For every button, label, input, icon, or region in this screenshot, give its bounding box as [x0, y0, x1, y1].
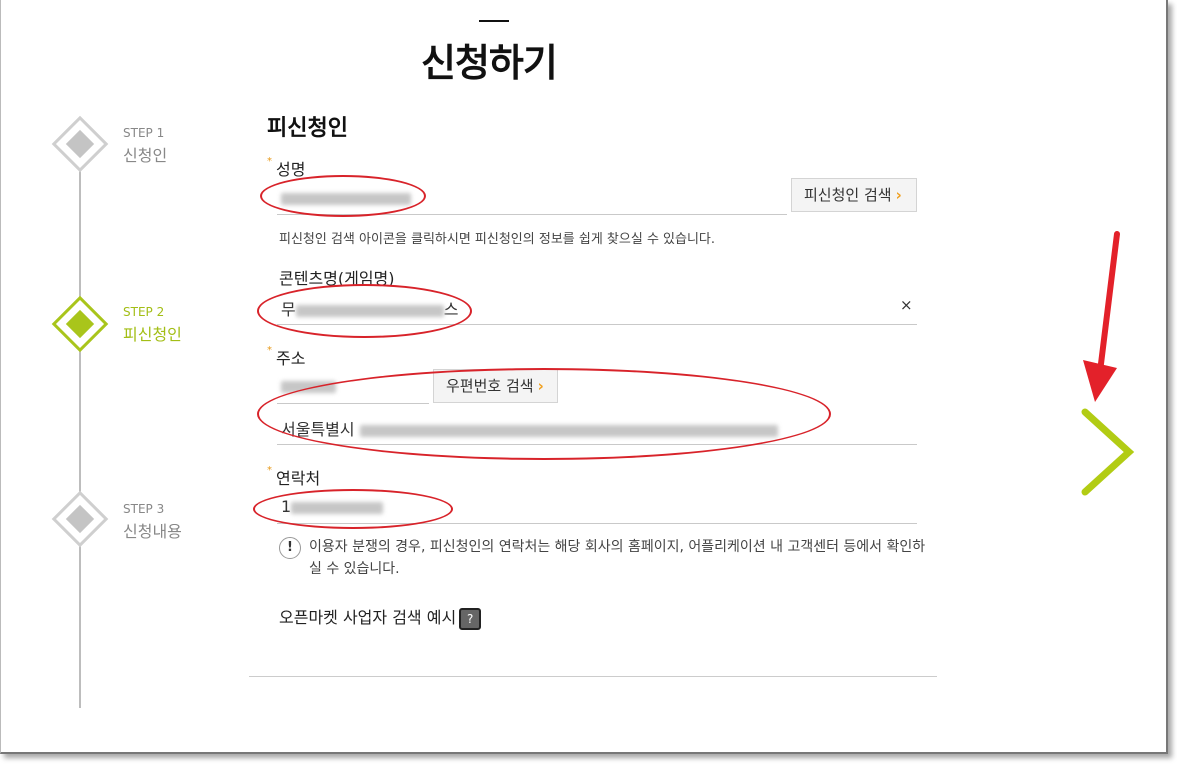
step-1-label: 신청인: [123, 146, 168, 165]
step-3-label: 신청내용: [123, 522, 182, 541]
step-2-number: STEP 2: [123, 305, 165, 319]
help-icon[interactable]: ?: [459, 607, 482, 630]
name-field[interactable]: [281, 188, 411, 207]
contact-label: * 연락처: [267, 465, 321, 488]
contact-field-underline: [277, 523, 917, 524]
postcode-field[interactable]: [281, 376, 336, 395]
content-label: 콘텐츠명(게임명): [279, 269, 395, 288]
step-2-icon: [51, 295, 109, 353]
example-label: 오픈마켓 사업자 검색 예시?: [279, 604, 482, 630]
required-mark: *: [267, 465, 272, 476]
step-2[interactable]: STEP 2 피신청인: [123, 305, 182, 345]
step-2-label: 피신청인: [123, 325, 182, 344]
section-divider: [249, 676, 937, 677]
address-field[interactable]: 서울특별시: [281, 416, 778, 440]
step-1-number: STEP 1: [123, 126, 165, 140]
step-3[interactable]: STEP 3 신청내용: [123, 502, 182, 542]
step-3-number: STEP 3: [123, 502, 165, 516]
chevron-right-icon: ›: [895, 186, 902, 204]
contact-field[interactable]: 1: [281, 497, 384, 516]
redacted-value: [295, 304, 444, 317]
exclamation-icon: !: [279, 537, 301, 559]
redacted-value: [359, 424, 778, 437]
name-hint: 피신청인 검색 아이콘을 클릭하시면 피신청인의 정보를 쉽게 찾으실 수 있습…: [279, 232, 716, 247]
name-field-underline: [277, 214, 787, 215]
redacted-value: [281, 380, 336, 393]
respondent-search-button[interactable]: 피신청인 검색 ›: [791, 178, 917, 212]
step-1[interactable]: STEP 1 신청인: [123, 126, 167, 166]
name-label: * 성명: [267, 156, 306, 179]
window-frame: 신청하기 STEP 1 신청인 STEP 2 피신청인 STEP 3 신청내용 …: [0, 0, 1168, 754]
postcode-search-button[interactable]: 우편번호 검색 ›: [433, 369, 558, 403]
clear-icon[interactable]: ×: [900, 296, 913, 314]
title-decoration: [479, 20, 509, 22]
content-field-underline: [277, 324, 917, 325]
address-label: * 주소: [267, 345, 306, 368]
page-title: 신청하기: [421, 41, 558, 85]
required-mark: *: [267, 345, 272, 356]
chevron-right-icon: ›: [537, 377, 544, 395]
redacted-value: [291, 501, 384, 514]
step-1-icon: [51, 115, 109, 173]
redacted-value: [281, 192, 411, 205]
postcode-underline: [277, 403, 429, 404]
red-arrow-icon: [1083, 231, 1120, 402]
chevron-right-icon[interactable]: [1081, 408, 1141, 498]
section-title: 피신청인: [267, 116, 348, 141]
required-mark: *: [267, 156, 272, 167]
address-field-underline: [277, 444, 917, 445]
step-line: [79, 160, 81, 708]
content-field[interactable]: 무스: [281, 296, 458, 320]
contact-notice: 이용자 분쟁의 경우, 피신청인의 연락처는 해당 회사의 홈페이지, 어플리케…: [309, 539, 926, 577]
step-3-icon: [51, 490, 109, 548]
